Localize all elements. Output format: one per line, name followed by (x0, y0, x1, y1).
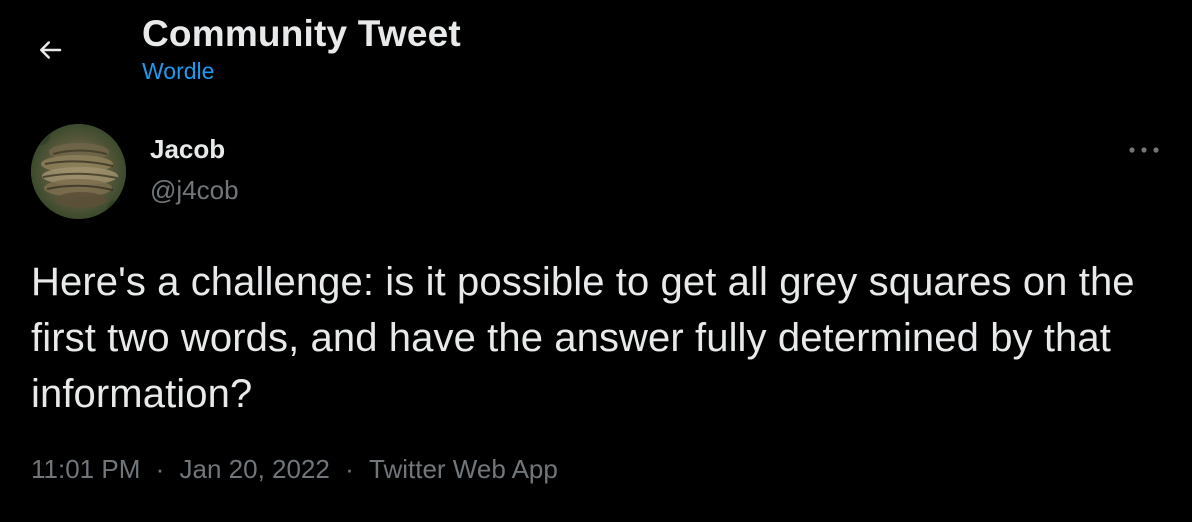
tweet-source[interactable]: Twitter Web App (369, 454, 558, 485)
meta-separator: · (345, 454, 354, 484)
author-handle[interactable]: @j4cob (150, 175, 239, 206)
tweet-date[interactable]: Jan 20, 2022 (180, 454, 330, 485)
avatar[interactable] (31, 124, 126, 219)
meta-separator: · (155, 454, 165, 484)
more-horizontal-icon (1129, 147, 1159, 153)
page-title: Community Tweet (142, 13, 461, 54)
tweet-text: Here's a challenge: is it possible to ge… (31, 260, 1135, 416)
tweet-page: Community Tweet Wordle Jacob @j4cob Here… (0, 0, 1192, 522)
back-button[interactable] (28, 28, 72, 72)
tweet-time[interactable]: 11:01 PM (31, 454, 140, 485)
arrow-left-icon (40, 41, 62, 59)
author-display-name[interactable]: Jacob (150, 134, 225, 165)
tweet-meta: 11:01 PM · Jan 20, 2022 · Twitter Web Ap… (31, 454, 558, 485)
page-header: Community Tweet Wordle (0, 0, 1192, 100)
community-link[interactable]: Wordle (142, 58, 214, 85)
more-options-button[interactable] (1118, 132, 1170, 168)
avatar-image (31, 124, 126, 219)
